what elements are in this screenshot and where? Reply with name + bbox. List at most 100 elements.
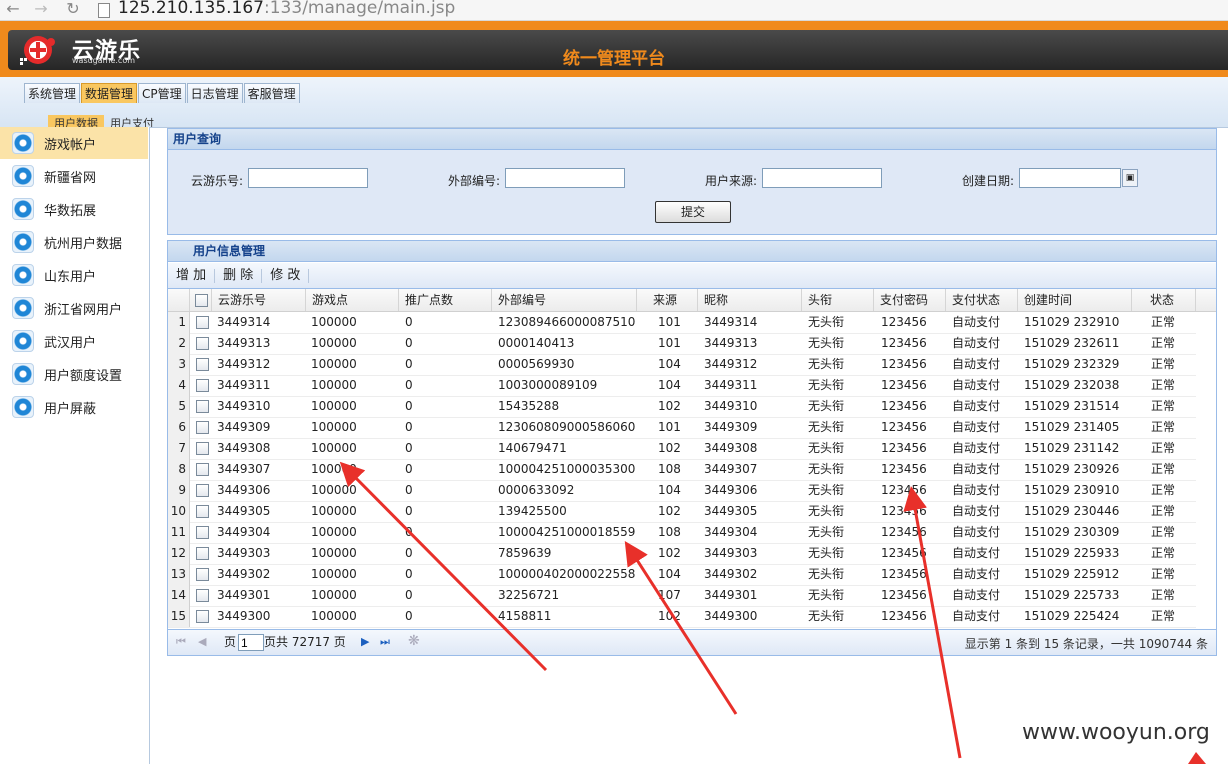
table-row[interactable]: 7 3449308 100000 0 140679471 102 3449308 无头衔 123… <box>168 438 1196 460</box>
table-row[interactable]: 9 3449306 100000 0 0000633092 104 3449306 无头衔 12… <box>168 480 1196 502</box>
pay-password-cell: 123456 <box>881 441 927 455</box>
reload-icon[interactable]: ↻ <box>62 0 84 20</box>
menu-item-data[interactable]: 数据管理 <box>81 83 138 103</box>
first-page-icon[interactable]: ⏮ <box>176 635 186 649</box>
external-id-input[interactable] <box>505 168 625 188</box>
game-points-cell: 100000 <box>311 483 357 497</box>
delete-button[interactable]: 删 除 <box>215 268 263 283</box>
table-row[interactable]: 14 3449301 100000 0 32256721 107 3449301 无头衔 123… <box>168 585 1196 607</box>
row-checkbox[interactable] <box>196 358 209 371</box>
yunyoule-id-cell: 3449300 <box>217 609 271 623</box>
sidebar-item-block[interactable]: 用户屏蔽 <box>0 391 148 423</box>
status-cell: 正常 <box>1151 546 1176 560</box>
menu-item-log[interactable]: 日志管理 <box>186 83 243 103</box>
pay-password-cell: 123456 <box>881 609 927 623</box>
row-checkbox[interactable] <box>196 484 209 497</box>
title-cell: 无头衔 <box>808 567 845 581</box>
page-number-input[interactable] <box>238 634 264 651</box>
submenu-item-user-payment[interactable]: 用户支付 <box>104 115 160 127</box>
column-header[interactable]: 支付状态 <box>946 289 1018 311</box>
created-time-cell: 151029 230910 <box>1024 483 1120 497</box>
row-number: 15 <box>168 606 190 627</box>
column-header[interactable]: 支付密码 <box>874 289 946 311</box>
back-icon[interactable]: ← <box>2 0 24 20</box>
row-checkbox[interactable] <box>196 526 209 539</box>
table-row[interactable]: 10 3449305 100000 0 139425500 102 3449305 无头衔 12… <box>168 501 1196 523</box>
yunyoule-input[interactable] <box>248 168 368 188</box>
ie-icon <box>12 231 34 253</box>
row-checkbox[interactable] <box>196 400 209 413</box>
table-row[interactable]: 8 3449307 100000 0 100004251000035300 108 3449… <box>168 459 1196 481</box>
sidebar-item-xinjiang[interactable]: 新疆省网 <box>0 160 148 192</box>
pay-password-cell: 123456 <box>881 399 927 413</box>
table-row[interactable]: 2 3449313 100000 0 0000140413 101 3449313 无头衔 12… <box>168 333 1196 355</box>
next-page-icon[interactable]: ▶ <box>361 635 369 648</box>
submit-button[interactable]: 提交 <box>655 201 731 223</box>
edit-button[interactable]: 修 改 <box>262 268 310 283</box>
add-button[interactable]: 增 加 <box>168 268 216 283</box>
table-row[interactable]: 3 3449312 100000 0 0000569930 104 3449312 无头衔 12… <box>168 354 1196 376</box>
sidebar-item-wuhan[interactable]: 武汉用户 <box>0 325 148 357</box>
game-points-cell: 100000 <box>311 420 357 434</box>
nickname-cell: 3449305 <box>704 504 758 518</box>
sidebar-item-zhejiang[interactable]: 浙江省网用户 <box>0 292 148 324</box>
sidebar-item-huashu[interactable]: 华数拓展 <box>0 193 148 225</box>
row-checkbox[interactable] <box>196 568 209 581</box>
sidebar-item-quota[interactable]: 用户额度设置 <box>0 358 148 390</box>
menu-item-service[interactable]: 客服管理 <box>243 83 300 103</box>
created-date-input[interactable] <box>1019 168 1121 188</box>
row-checkbox[interactable] <box>196 316 209 329</box>
source-input[interactable] <box>762 168 882 188</box>
row-checkbox[interactable] <box>196 589 209 602</box>
row-checkbox[interactable] <box>196 379 209 392</box>
select-all-checkbox[interactable] <box>195 294 208 307</box>
game-points-cell: 100000 <box>311 315 357 329</box>
pay-password-cell: 123456 <box>881 588 927 602</box>
menu-item-system[interactable]: 系统管理 <box>24 83 81 103</box>
pay-status-cell: 自动支付 <box>952 525 1001 539</box>
row-checkbox[interactable] <box>196 505 209 518</box>
sidebar-item-shandong[interactable]: 山东用户 <box>0 259 148 291</box>
column-header[interactable]: 外部编号 <box>492 289 637 311</box>
row-checkbox[interactable] <box>196 547 209 560</box>
table-row[interactable]: 13 3449302 100000 0 100000402000022558 104 344… <box>168 564 1196 586</box>
address-bar[interactable]: 125.210.135.167:133/manage/main.jsp <box>118 0 455 18</box>
row-number: 7 <box>168 438 190 459</box>
column-header[interactable]: 创建时间 <box>1018 289 1132 311</box>
table-row[interactable]: 1 3449314 100000 0 123089466000087510 101 3449… <box>168 312 1196 334</box>
table-row[interactable]: 6 3449309 100000 0 123060809000586060 101 3449… <box>168 417 1196 439</box>
column-header[interactable]: 推广点数 <box>399 289 492 311</box>
game-points-cell: 100000 <box>311 567 357 581</box>
title-cell: 无头衔 <box>808 504 845 518</box>
created-time-cell: 151029 230309 <box>1024 525 1120 539</box>
table-row[interactable]: 15 3449300 100000 0 4158811 102 3449300 无头衔 1234… <box>168 606 1196 628</box>
external-id-cell: 100004251000035300 <box>498 462 636 476</box>
row-checkbox[interactable] <box>196 337 209 350</box>
last-page-icon[interactable]: ⏭ <box>380 635 390 649</box>
column-header[interactable]: 来源 <box>637 289 698 311</box>
refresh-icon[interactable]: ❋ <box>408 633 420 649</box>
row-checkbox[interactable] <box>196 421 209 434</box>
table-row[interactable]: 5 3449310 100000 0 15435288 102 3449310 无头衔 1234… <box>168 396 1196 418</box>
submenu-item-user-data[interactable]: 用户数据 <box>48 115 104 127</box>
table-row[interactable]: 4 3449311 100000 0 1003000089109 104 3449311 无头… <box>168 375 1196 397</box>
row-checkbox[interactable] <box>196 610 209 623</box>
sidebar-item-game-account[interactable]: 游戏帐户 <box>0 127 148 159</box>
forward-icon[interactable]: → <box>30 0 52 20</box>
menu-item-cp[interactable]: CP管理 <box>138 83 186 103</box>
column-header[interactable]: 头衔 <box>802 289 874 311</box>
column-header[interactable]: 游戏点 <box>306 289 399 311</box>
table-row[interactable]: 11 3449304 100000 0 100004251000018559 108 344… <box>168 522 1196 544</box>
promo-points-cell: 0 <box>405 462 413 476</box>
nickname-cell: 3449306 <box>704 483 758 497</box>
row-checkbox[interactable] <box>196 442 209 455</box>
calendar-icon[interactable]: ▣ <box>1122 169 1138 187</box>
pay-status-cell: 自动支付 <box>952 609 1001 623</box>
sidebar-item-hangzhou[interactable]: 杭州用户数据 <box>0 226 148 258</box>
prev-page-icon[interactable]: ◀ <box>198 635 206 648</box>
row-checkbox[interactable] <box>196 463 209 476</box>
table-row[interactable]: 12 3449303 100000 0 7859639 102 3449303 无头衔 1234… <box>168 543 1196 565</box>
column-header[interactable]: 昵称 <box>698 289 802 311</box>
column-header[interactable]: 云游乐号 <box>212 289 306 311</box>
column-header[interactable]: 状态 <box>1132 289 1196 311</box>
